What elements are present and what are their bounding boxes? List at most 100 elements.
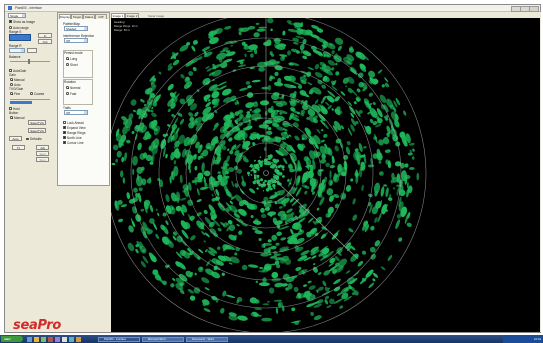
sonar-header-label: Sonar Image [148,13,165,18]
sonar-echo [340,91,346,96]
show-image-label: Show as Image [13,19,35,24]
sonar-echo [331,108,334,111]
tab-status[interactable]: Status [83,14,95,19]
show-image-checkbox[interactable] [9,20,12,23]
zoom-out-button[interactable]: Out [38,39,52,44]
zoom-in-button[interactable]: In [38,33,52,38]
sonar-echo [260,252,270,257]
taskbar-item-plan600[interactable]: Plan600 - Interface [98,336,140,342]
tvg-slider[interactable] [10,99,50,101]
sonar-echo [350,253,359,262]
sonar-echo [329,170,332,179]
tx-button[interactable]: Tx [12,145,25,150]
sonar-echo [229,150,234,155]
interference-select[interactable]: Off [64,38,88,43]
expand-view-checkbox[interactable] [63,126,66,129]
sonar-echo [408,166,415,171]
tray-clock: 10:42 [534,336,541,341]
tab-image-2[interactable]: Image 2 [125,13,139,18]
sonar-echo [335,71,340,76]
autogain-checkbox[interactable] [9,69,12,72]
sonar-echo [140,99,145,103]
sonar-echo [270,245,277,250]
stop-button[interactable]: Stop [36,157,49,162]
sonar-echo [268,287,275,294]
sonar-echo [135,175,143,187]
tab-output[interactable]: O/P [95,14,107,19]
tvg-coarse-radio[interactable] [30,92,33,95]
gain-manual-radio[interactable] [10,78,13,81]
quicklaunch-browser-icon[interactable] [69,336,74,342]
lock-ahead-checkbox[interactable] [63,121,66,124]
sonar-echo [225,294,236,299]
sonar-echo [321,232,329,239]
sonar-echo [122,177,126,184]
quicklaunch-folder-icon[interactable] [34,336,39,342]
save-tvg-button-2[interactable]: Save/TVG [28,128,46,133]
sonar-echo [314,99,319,105]
auto-button[interactable]: Auto [9,136,22,141]
gain-auto-label: Auto [14,82,21,87]
sonar-echo [201,277,210,284]
sonar-echo [388,197,393,201]
sonar-echo [374,240,381,247]
sonar-echo [380,266,386,271]
sonar-echo [273,187,275,189]
range-rings-checkbox[interactable] [63,131,66,134]
adj-button[interactable]: Adj [36,145,49,150]
quicklaunch-ie-icon[interactable] [27,336,32,342]
button-label: Button [9,111,19,115]
taskbar-item-word[interactable]: Microsoft Word [142,336,184,342]
gain-auto-radio[interactable] [10,83,13,86]
rotation-fast-radio[interactable] [66,92,69,95]
sonar-echo [124,152,127,162]
sonar-echo [383,184,387,187]
persist-long-radio[interactable] [66,57,69,60]
sonar-echo [250,169,252,172]
rotation-normal-radio[interactable] [66,86,69,89]
sonar-echo [126,192,131,200]
north-line-label: North Line [67,135,82,140]
range-r-apply-button[interactable] [27,48,37,53]
start-button[interactable]: start [1,335,23,343]
balance-slider[interactable] [10,61,50,63]
button-manual-radio[interactable] [10,116,13,119]
persist-short-radio[interactable] [66,63,69,66]
range-rings-label: Range Rings [67,130,86,135]
sonar-echo [329,164,335,169]
auto-range-radio[interactable] [9,26,12,29]
range-r-select[interactable] [9,48,25,53]
sonar-echo [316,207,320,211]
sonar-echo [345,85,348,88]
tvg-fine-radio[interactable] [10,92,13,95]
north-line-checkbox[interactable] [63,136,66,139]
sonar-echo [194,272,197,276]
sonar-echo [312,266,318,273]
palette-select[interactable]: Shaded [64,26,88,31]
mode-select[interactable]: Single [8,13,26,18]
save-tvg-button-1[interactable]: Save/TVG [28,120,46,125]
hold-checkbox[interactable] [9,107,12,110]
sonar-echo [406,222,412,227]
sonar-echo [275,242,280,246]
sonar-echo [333,278,341,285]
start-button[interactable]: Start [36,151,49,156]
taskbar-item-document[interactable]: Document1 - Word [186,336,228,342]
sonar-echo [287,75,296,82]
quicklaunch-explorer-icon[interactable] [76,336,81,342]
cursor-line-checkbox[interactable] [63,141,66,144]
range-value-field[interactable] [9,34,31,41]
sonar-echo [384,77,389,83]
sonar-echo [267,179,271,184]
tab-target[interactable]: Target [71,14,83,19]
sonar-echo [217,171,221,174]
trails-select[interactable]: Off [64,110,88,115]
quicklaunch-desktop-icon[interactable] [62,336,67,342]
sonar-screen[interactable]: Heading Range Rings: 10 m Range: 50 m [111,18,540,332]
quicklaunch-tool-icon[interactable] [55,336,60,342]
balance-slider-thumb[interactable] [28,59,30,64]
defaults-checkbox[interactable] [26,137,29,141]
quicklaunch-app-icon[interactable] [41,336,46,342]
sonar-echo [274,71,279,77]
quicklaunch-media-icon[interactable] [48,336,53,342]
